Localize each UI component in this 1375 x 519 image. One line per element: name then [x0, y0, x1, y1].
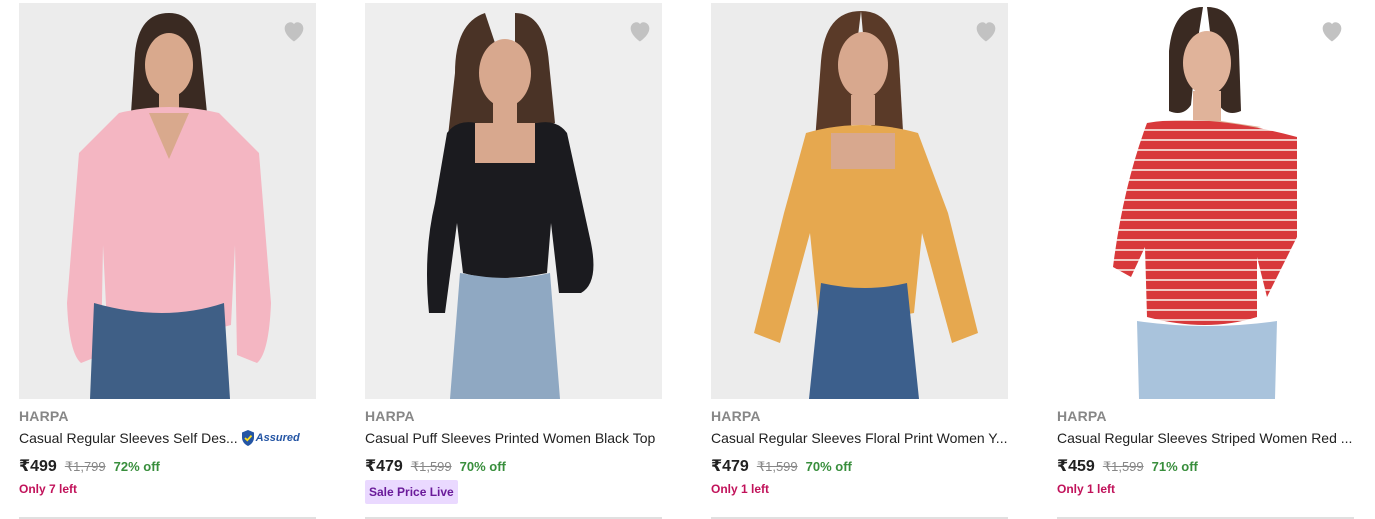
brand-name: HARPA	[19, 408, 69, 424]
product-title[interactable]: Casual Regular Sleeves Striped Women Red…	[1057, 429, 1352, 447]
product-image[interactable]	[365, 3, 662, 399]
product-image[interactable]	[1057, 3, 1354, 399]
product-card[interactable]: HARPA Casual Regular Sleeves Floral Prin…	[711, 3, 1008, 519]
original-price: ₹1,599	[756, 459, 798, 474]
product-card[interactable]: HARPA Casual Puff Sleeves Printed Women …	[365, 3, 662, 519]
product-card[interactable]: HARPA Casual Regular Sleeves Striped Wom…	[1057, 3, 1354, 519]
heart-icon[interactable]	[280, 17, 308, 45]
assured-badge: Assured	[241, 430, 300, 446]
product-title[interactable]: Casual Regular Sleeves Floral Print Wome…	[711, 429, 1007, 447]
heart-icon[interactable]	[1318, 17, 1346, 45]
selling-price: ₹459	[1057, 458, 1095, 475]
selling-price: ₹479	[365, 458, 403, 475]
product-title[interactable]: Casual Puff Sleeves Printed Women Black …	[365, 429, 655, 447]
discount: 71% off	[1151, 459, 1198, 474]
product-card[interactable]: HARPA Casual Regular Sleeves Self Des...…	[19, 3, 316, 519]
discount: 70% off	[805, 459, 852, 474]
original-price: ₹1,599	[1102, 459, 1144, 474]
product-image[interactable]	[711, 3, 1008, 399]
heart-icon[interactable]	[626, 17, 654, 45]
stock-note: Only 7 left	[19, 482, 78, 496]
selling-price: ₹479	[711, 458, 749, 475]
brand-name: HARPA	[365, 408, 415, 424]
heart-icon[interactable]	[972, 17, 1000, 45]
stock-note: Only 1 left	[711, 482, 770, 496]
assured-badge-icon	[241, 430, 254, 446]
original-price: ₹1,799	[64, 459, 106, 474]
assured-label: Assured	[255, 432, 300, 444]
product-image[interactable]	[19, 3, 316, 399]
sale-price-tag: Sale Price Live	[365, 480, 458, 504]
brand-name: HARPA	[1057, 408, 1107, 424]
selling-price: ₹499	[19, 458, 57, 475]
stock-note: Only 1 left	[1057, 482, 1116, 496]
product-title[interactable]: Casual Regular Sleeves Self Des...	[19, 429, 238, 447]
discount: 72% off	[113, 459, 160, 474]
discount: 70% off	[459, 459, 506, 474]
original-price: ₹1,599	[410, 459, 452, 474]
brand-name: HARPA	[711, 408, 761, 424]
